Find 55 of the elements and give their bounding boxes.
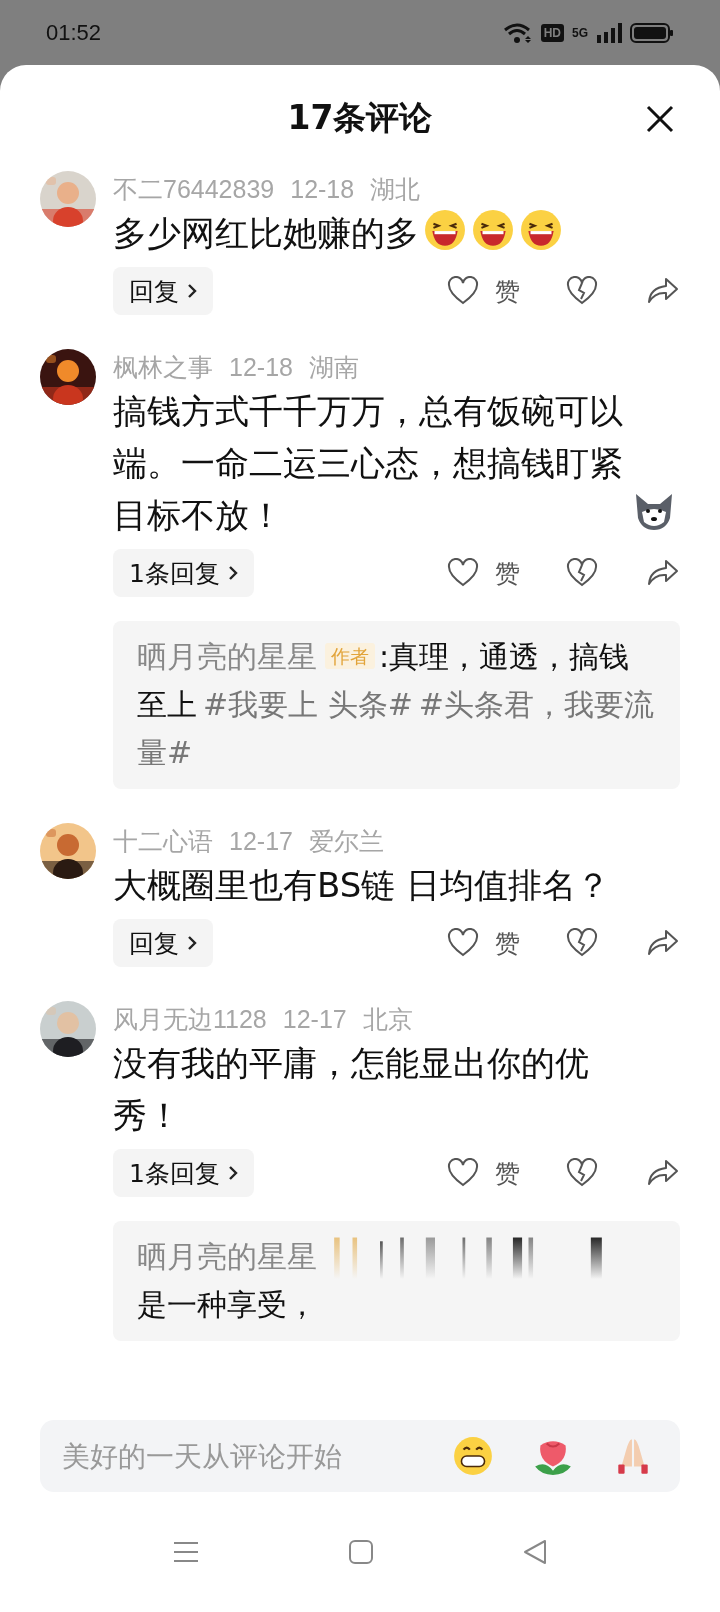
reply-button[interactable]: 回复 <box>113 919 213 967</box>
comment-date: 12-18 <box>290 174 355 204</box>
like-button[interactable]: 赞 <box>447 556 520 590</box>
comment-text: 多少网红比她赚的多 <box>113 212 419 255</box>
signal-icon <box>596 21 622 44</box>
comment-location: 湖北 <box>370 173 421 205</box>
reply-button[interactable]: 1条回复 <box>113 1149 254 1197</box>
laughing-face-icon <box>471 209 515 251</box>
comment-date: 12-17 <box>282 1004 347 1034</box>
network-label: 5G <box>572 25 588 40</box>
chevron-icon <box>227 565 238 581</box>
comment-date: 12-18 <box>229 352 293 382</box>
chevron-icon <box>187 935 197 951</box>
chevron-icon <box>187 283 197 299</box>
comment-text: 没有我的平庸，怎能显出你的优秀！ <box>113 1042 590 1137</box>
heart-icon <box>447 928 479 958</box>
comment-text: 搞钱方式千千万万，总有饭碗可以端。一命二运三心态，想搞钱盯紧目标不放！ <box>113 390 624 537</box>
comment-location: 北京 <box>362 1003 413 1035</box>
share-icon[interactable] <box>646 1158 680 1188</box>
heart-icon <box>447 276 479 306</box>
broken-heart-icon[interactable] <box>566 928 598 958</box>
heart-icon <box>447 1158 479 1188</box>
reply-button[interactable]: 1条回复 <box>113 549 254 597</box>
like-button[interactable]: 赞 <box>447 1156 520 1190</box>
share-icon[interactable] <box>646 928 680 958</box>
grinning-face-icon[interactable] <box>452 1435 494 1477</box>
heart-icon <box>447 558 479 588</box>
sheet-title: 17条评论 <box>287 96 433 139</box>
chevron-icon <box>227 1165 238 1181</box>
reply-text: 晒月亮的星星 $^{作者}$ :真理，通透，搞钱至上 #我要上 头条# #头条君，我要流量# <box>137 638 655 772</box>
share-icon[interactable] <box>646 276 680 306</box>
reply-text: 是一种享受， <box>137 1286 318 1324</box>
like-button[interactable]: 赞 <box>447 926 520 960</box>
close-button[interactable] <box>644 103 676 135</box>
comment-text: 大概圈里也有BS链 日均值排名？ <box>113 864 611 907</box>
comment-location: 湖南 <box>308 351 359 383</box>
broken-heart-icon[interactable] <box>566 558 598 588</box>
home-icon[interactable] <box>349 1540 373 1564</box>
battery-icon <box>630 21 674 44</box>
comment-date: 12-17 <box>229 826 293 856</box>
broken-heart-icon[interactable] <box>566 1158 598 1188</box>
back-icon[interactable] <box>523 1539 547 1565</box>
share-icon[interactable] <box>646 558 680 588</box>
like-button[interactable]: 赞 <box>447 274 520 308</box>
reply-button[interactable]: 回复 <box>113 267 213 315</box>
comment-field[interactable]: 美好的一天从评论开始 <box>40 1420 680 1492</box>
broken-heart-icon[interactable] <box>566 276 598 306</box>
wifi-icon <box>502 21 533 44</box>
network-label: HD <box>540 23 564 42</box>
laughing-face-icon <box>519 209 563 251</box>
status-time: 01:52 <box>46 19 102 46</box>
menu-icon[interactable] <box>173 1540 199 1564</box>
comment-input[interactable]: 美好的一天从评论开始 <box>62 1439 414 1473</box>
laughing-face-icon <box>423 209 467 251</box>
comment-location: 爱尔兰 <box>308 825 384 857</box>
